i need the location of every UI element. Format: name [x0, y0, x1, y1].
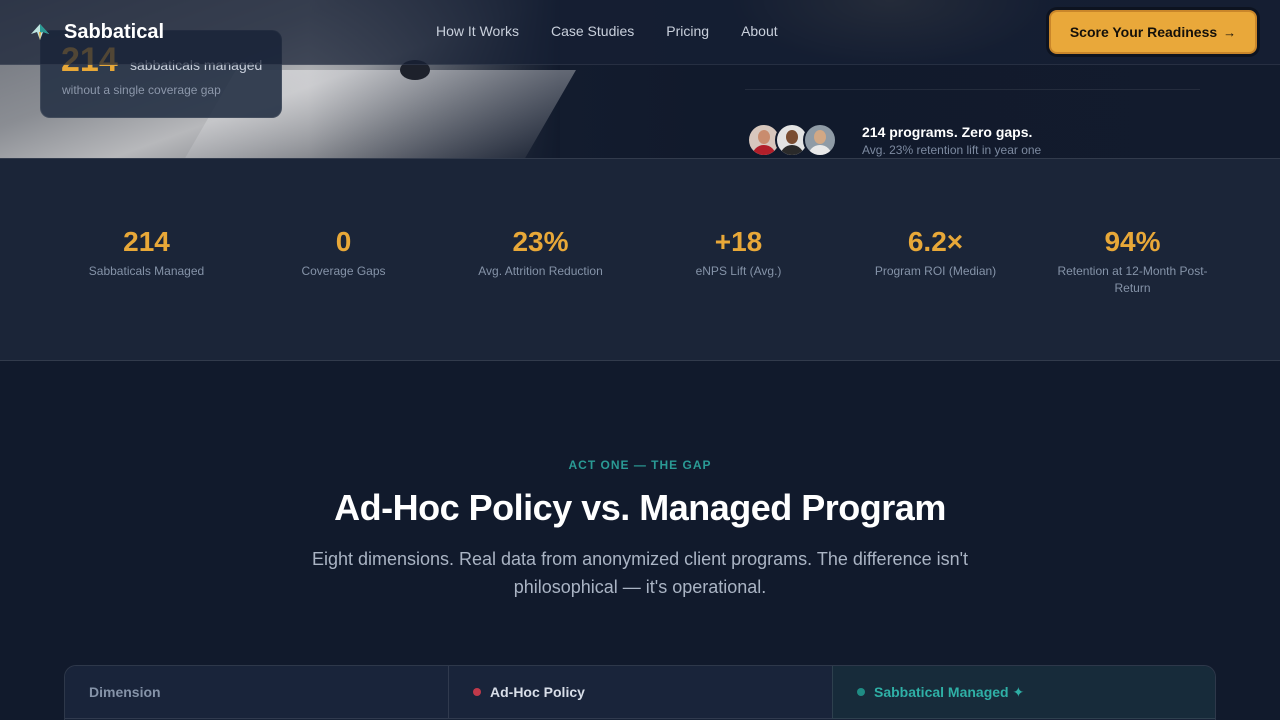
- header-label: Ad-Hoc Policy: [490, 684, 585, 700]
- brand-logo[interactable]: Sabbatical: [28, 20, 164, 44]
- teal-dot-icon: [857, 688, 865, 696]
- stat-value: 6.2×: [907, 226, 964, 257]
- stat-label: Sabbaticals Managed: [88, 264, 205, 278]
- stat-item: 23% Avg. Attrition Reduction: [442, 225, 639, 280]
- social-proof-title: 214 programs. Zero gaps.: [862, 124, 1033, 140]
- stat-value: 214: [123, 226, 170, 257]
- nav-link-case-studies[interactable]: Case Studies: [551, 23, 634, 39]
- comparison-table: Dimension Ad-Hoc Policy Sabbatical Manag…: [64, 665, 1216, 720]
- hero-divider: [745, 89, 1200, 90]
- table-header-dimension: Dimension: [65, 666, 448, 719]
- red-dot-icon: [473, 688, 481, 696]
- stat-label: Program ROI (Median): [874, 264, 997, 278]
- brand-name: Sabbatical: [64, 20, 165, 43]
- cta-label: Score Your Readiness: [1069, 24, 1218, 40]
- section-eyebrow: ACT ONE — THE GAP: [568, 458, 712, 472]
- stat-value: 94%: [1104, 226, 1161, 257]
- header-label: Sabbatical Managed ✦: [874, 683, 1025, 700]
- stat-label: Retention at 12-Month Post-Return: [1057, 264, 1208, 295]
- avatar: [803, 123, 837, 157]
- stats-band: 214 Sabbaticals Managed 0 Coverage Gaps …: [0, 158, 1280, 361]
- arrow-right-icon: →: [1223, 24, 1237, 40]
- stat-label: Coverage Gaps: [301, 264, 386, 278]
- stat-item: 0 Coverage Gaps: [245, 225, 442, 280]
- stat-value: 23%: [512, 226, 569, 257]
- table-header-adhoc: Ad-Hoc Policy: [448, 666, 832, 719]
- social-proof-subtitle: Avg. 23% retention lift in year one: [862, 143, 1042, 157]
- header-label: Dimension: [89, 684, 161, 700]
- stat-label: Avg. Attrition Reduction: [478, 264, 603, 278]
- nav-link-how-it-works[interactable]: How It Works: [436, 23, 519, 39]
- stat-value: 0: [335, 226, 352, 257]
- arrow-up-logo-icon: [31, 24, 49, 40]
- hero-stat-sub: without a single coverage gap: [62, 83, 221, 97]
- stat-value: +18: [714, 226, 763, 257]
- top-navbar: Sabbatical How It Works Case Studies Pri…: [0, 0, 1280, 65]
- stat-item: 214 Sabbaticals Managed: [48, 225, 245, 280]
- score-readiness-button[interactable]: Score Your Readiness →: [1049, 10, 1257, 54]
- nav-link-pricing[interactable]: Pricing: [666, 23, 709, 39]
- stat-label: eNPS Lift (Avg.): [695, 264, 782, 278]
- section-title: Ad-Hoc Policy vs. Managed Program: [334, 487, 946, 528]
- stat-item: 6.2× Program ROI (Median): [837, 225, 1034, 280]
- section-lede: Eight dimensions. Real data from anonymi…: [311, 549, 969, 597]
- nav-link-about[interactable]: About: [741, 23, 778, 39]
- nav-links: How It Works Case Studies Pricing About: [436, 23, 810, 39]
- table-header-managed: Sabbatical Managed ✦: [832, 666, 1215, 719]
- stat-item: 94% Retention at 12-Month Post-Return: [1034, 225, 1231, 297]
- stat-item: +18 eNPS Lift (Avg.): [640, 225, 837, 280]
